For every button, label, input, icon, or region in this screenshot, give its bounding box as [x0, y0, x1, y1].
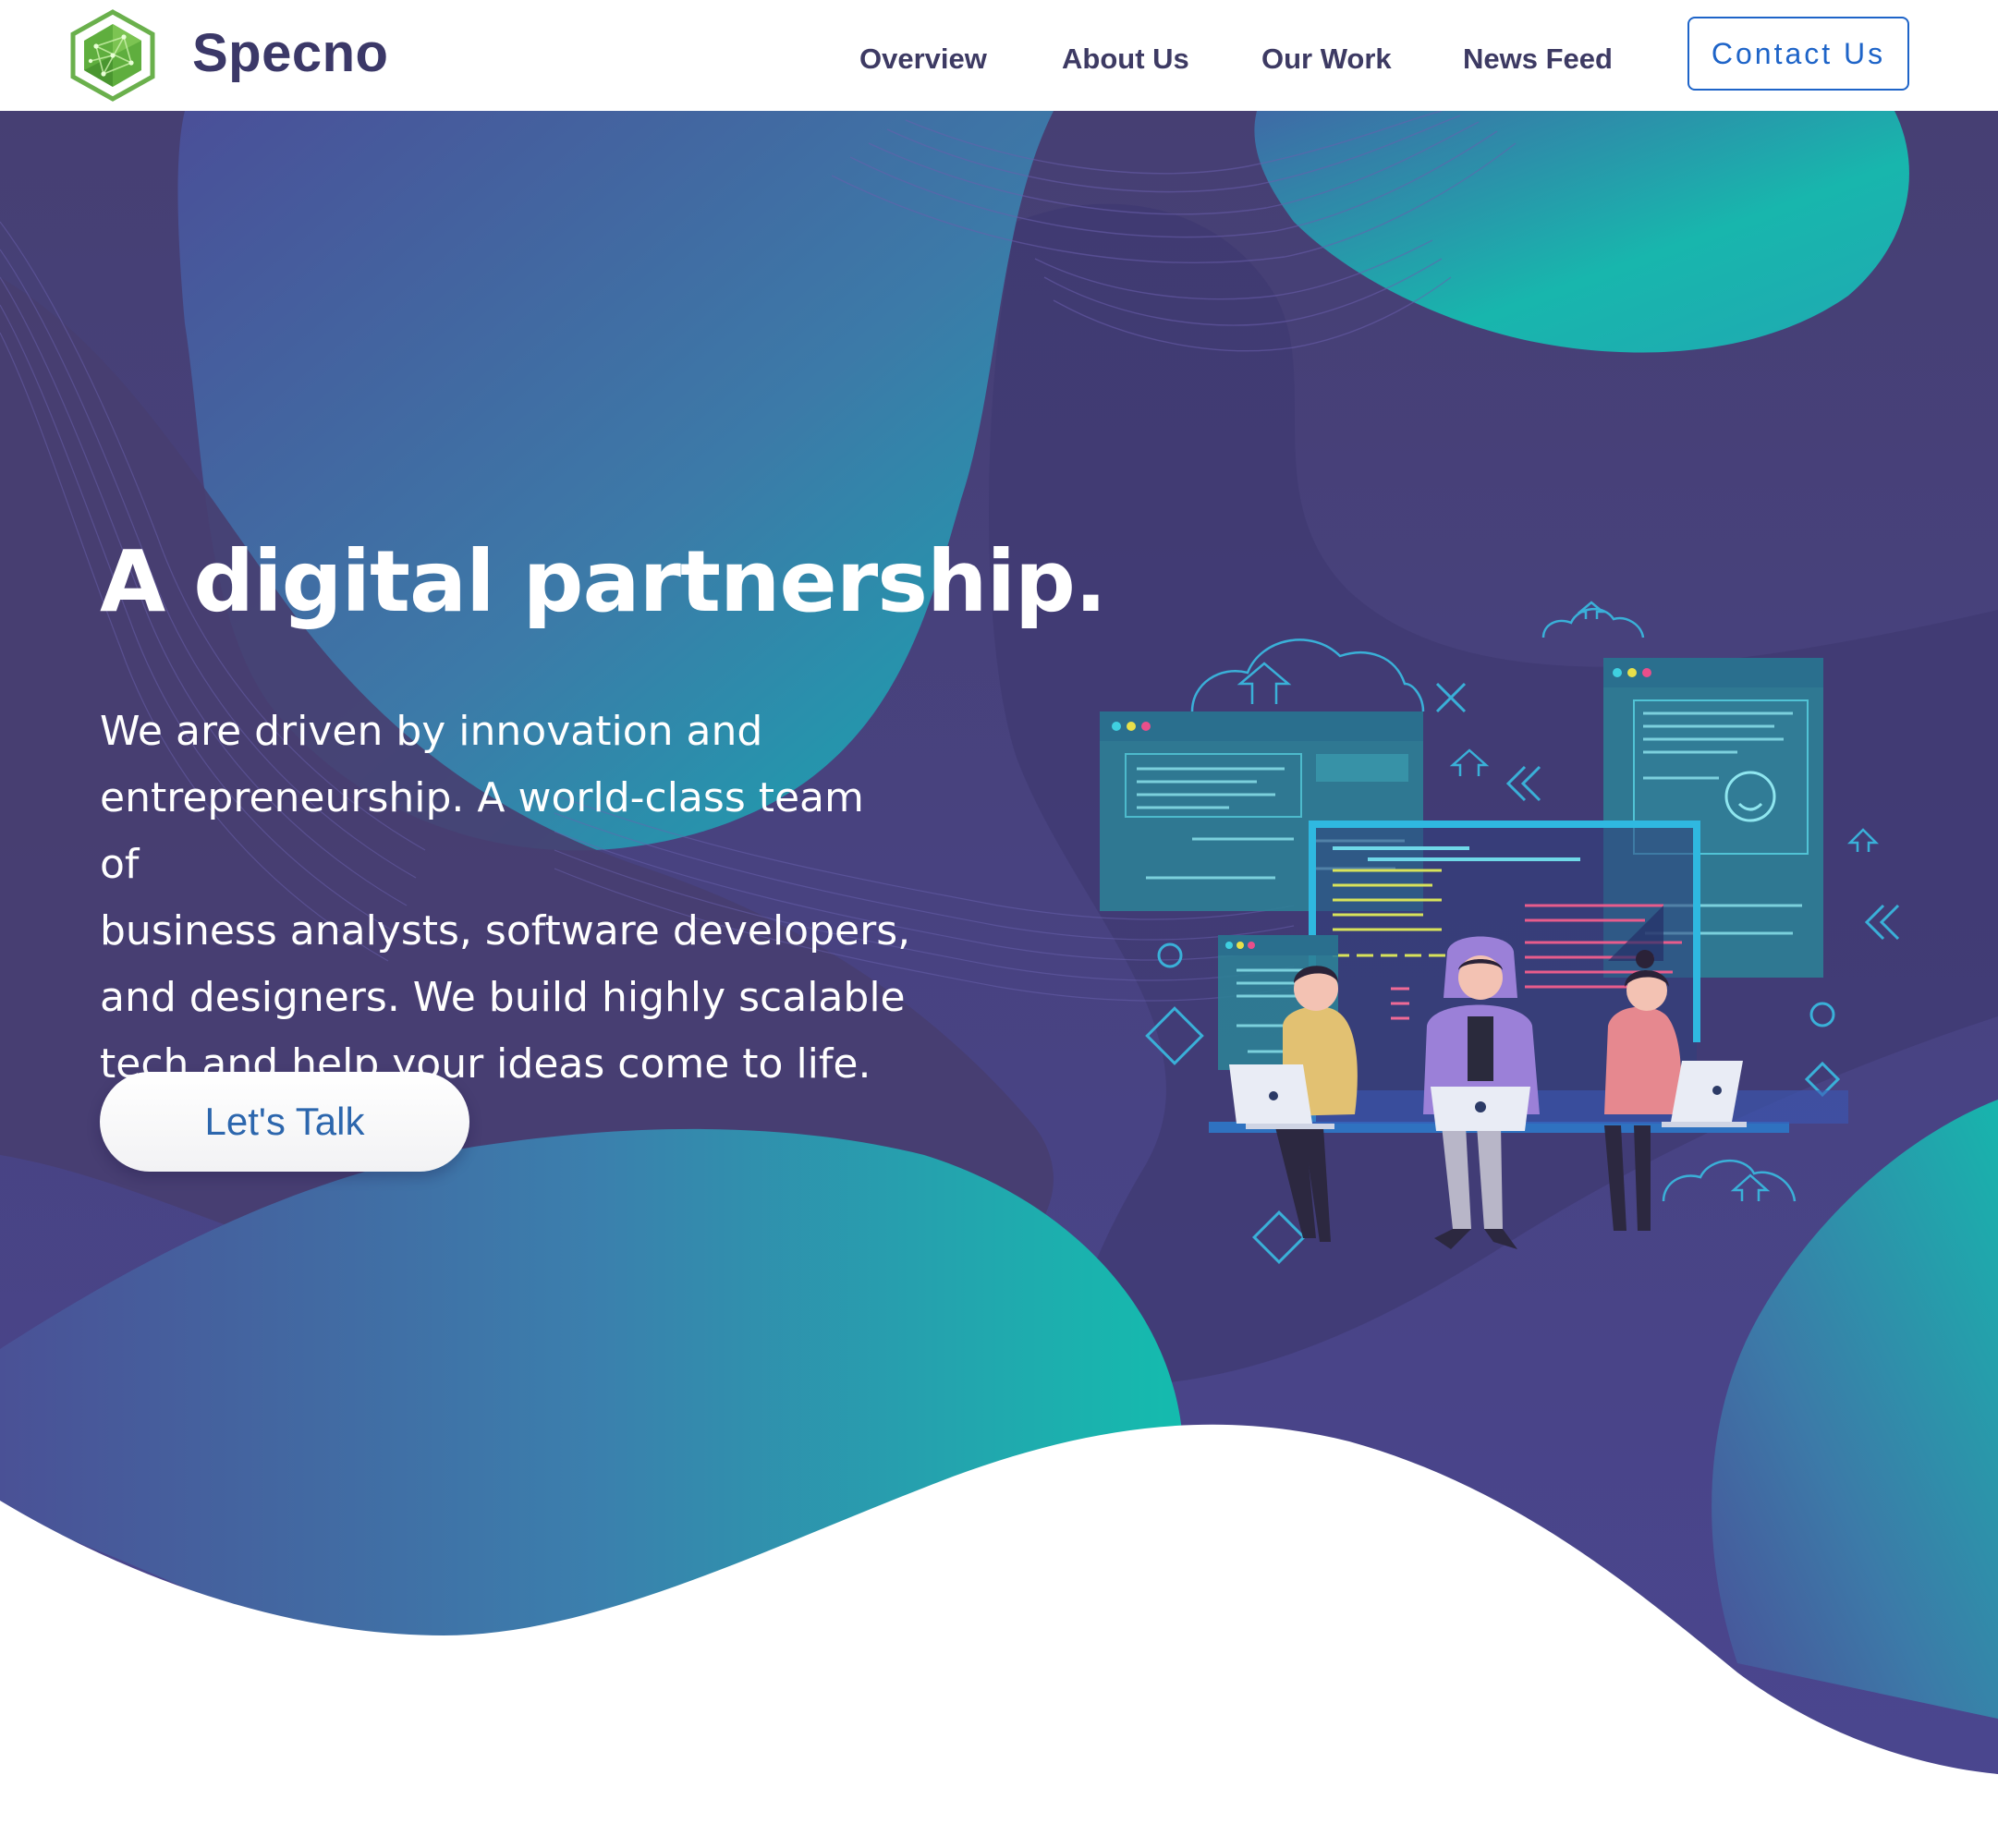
diamond-shape [1252, 1210, 1306, 1264]
nav-overview[interactable]: Overview [859, 37, 987, 81]
hero-description-line: and designers. We build highly scalable [100, 974, 906, 1021]
nav-our-work[interactable]: Our Work [1261, 37, 1392, 81]
brand-name[interactable]: Specno [192, 18, 389, 89]
lets-talk-button[interactable]: Let's Talk [100, 1072, 469, 1172]
circle-shape [1157, 942, 1183, 968]
diamond-shape [1145, 1006, 1204, 1065]
hero-description-line: We are driven by innovation and [100, 708, 763, 755]
hero-description-line: business analysts, software developers, [100, 907, 911, 954]
hero-title: A digital partnership. [100, 532, 1107, 631]
hero-description-line: entrepreneurship. A world-class team of [100, 774, 864, 888]
nav-about-us[interactable]: About Us [1062, 37, 1189, 81]
contact-us-button[interactable]: Contact Us [1687, 17, 1909, 91]
diamond-shape [1804, 1061, 1841, 1098]
team-coding-illustration [1100, 601, 1900, 1264]
hexagon-network-icon[interactable] [68, 9, 157, 102]
site-header: Specno Overview About Us Our Work News F… [0, 0, 1998, 111]
circle-shape [1809, 1002, 1835, 1027]
close-icon [1435, 682, 1467, 713]
chevron-left-icon [1505, 765, 1541, 802]
hero-description: We are driven by innovation and entrepre… [100, 699, 913, 1098]
nav-news-feed[interactable]: News Feed [1463, 37, 1613, 81]
chevron-left-icon [1864, 904, 1900, 941]
